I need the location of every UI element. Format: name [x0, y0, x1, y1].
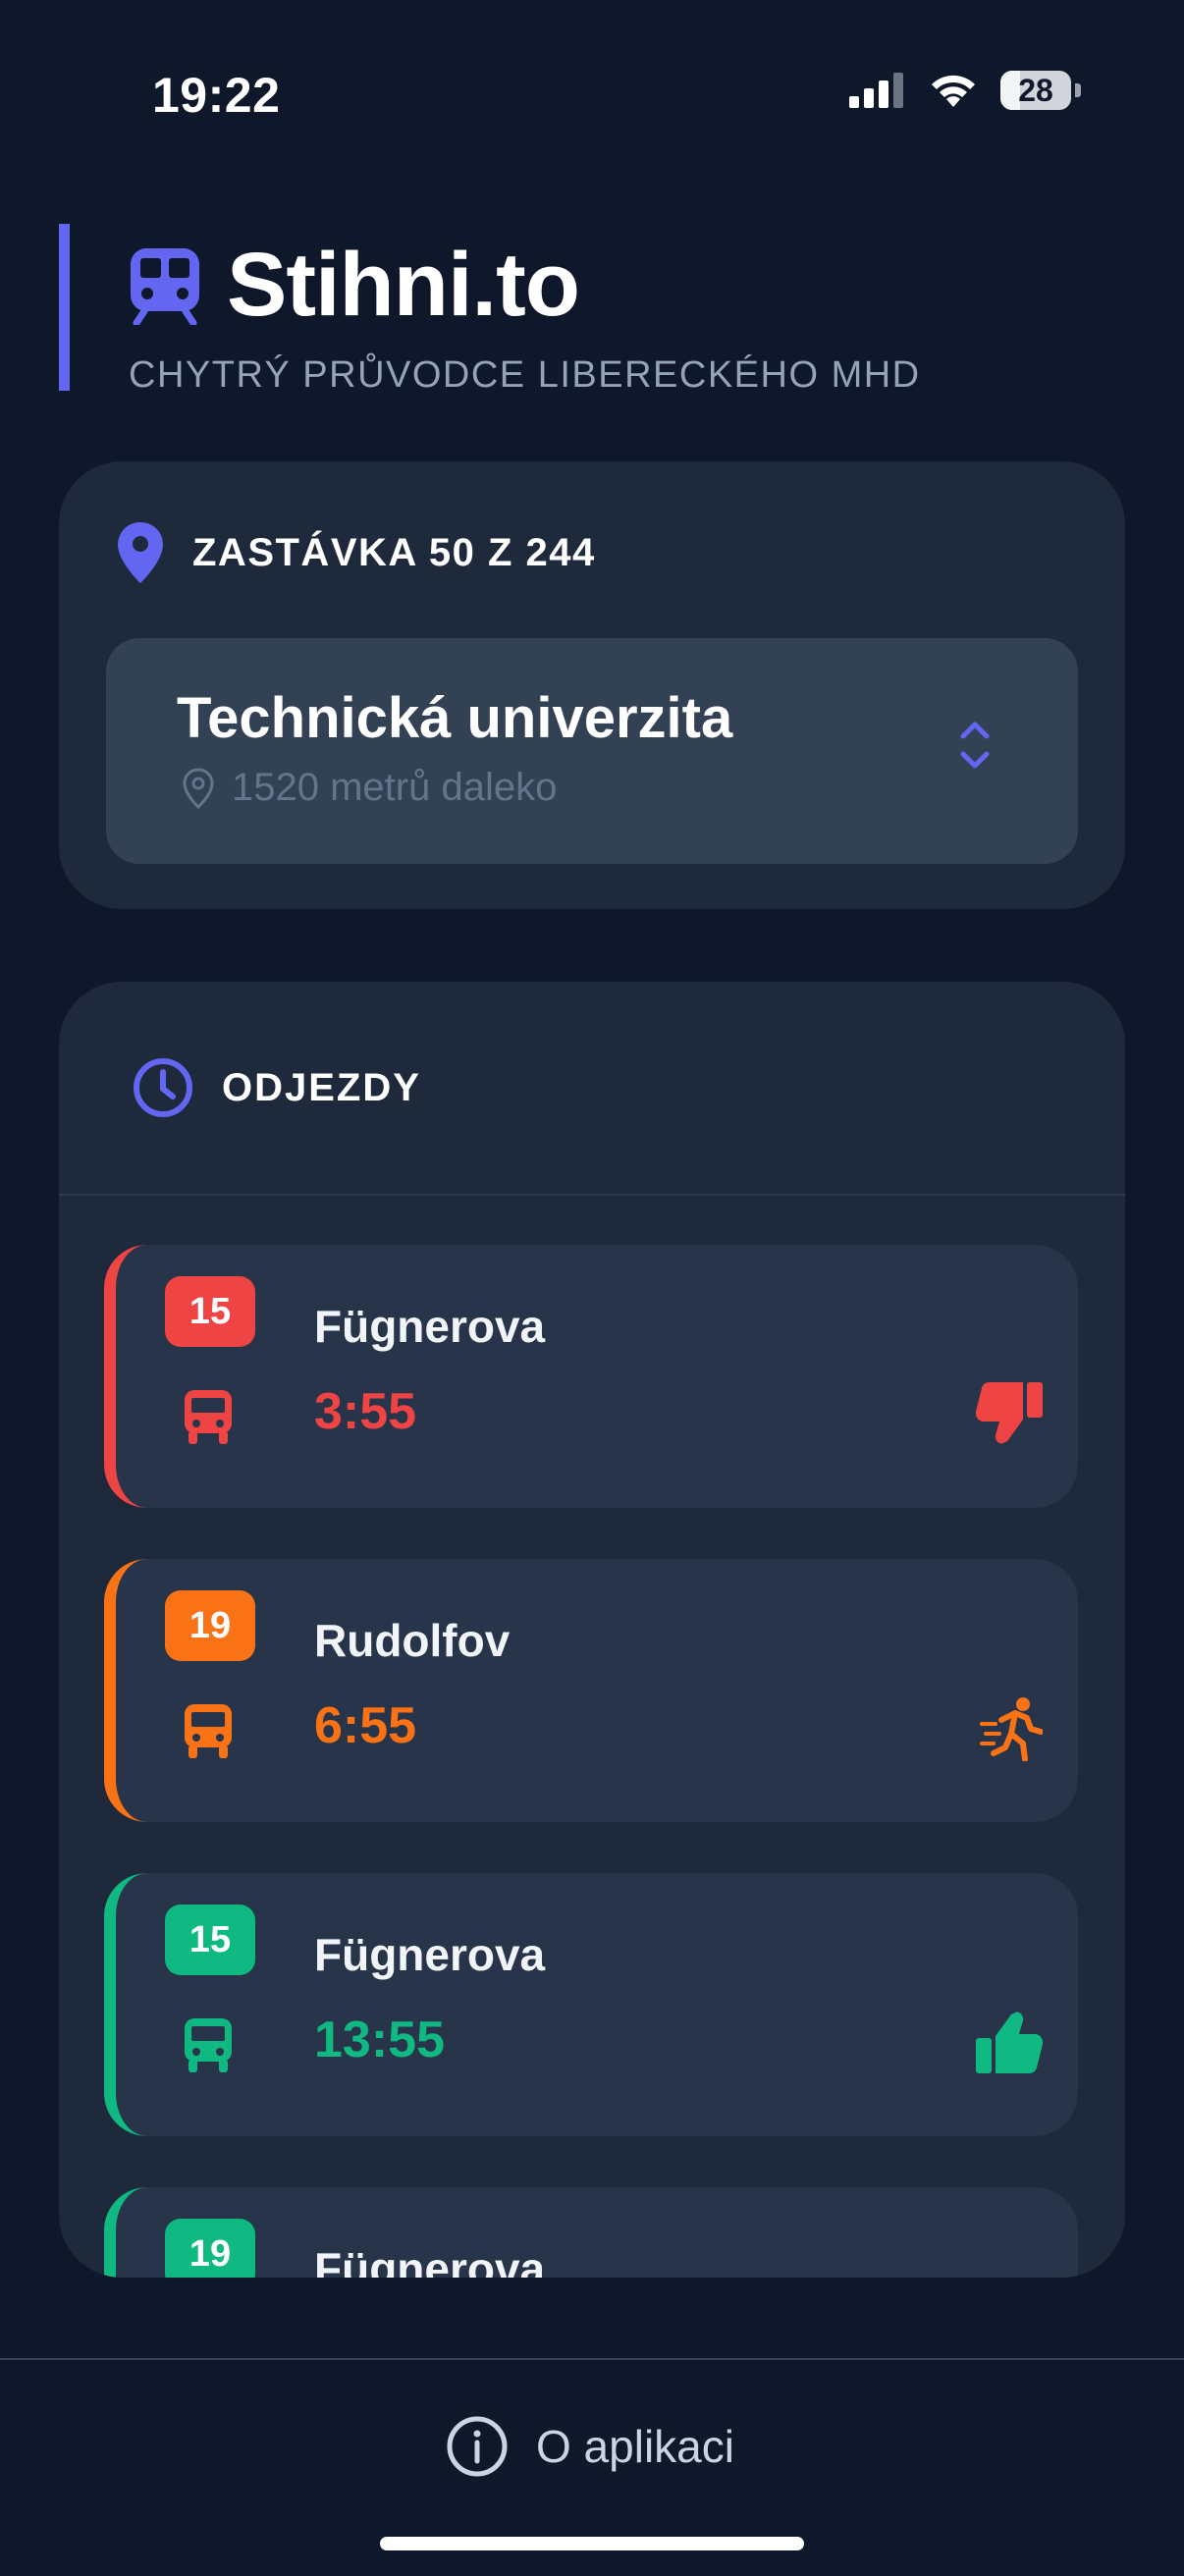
departure-item[interactable]: 19 Fügnerova — [104, 2187, 1078, 2278]
map-pin-icon — [118, 522, 163, 583]
signal-icon — [849, 73, 903, 108]
stop-selector[interactable]: Technická univerzita 1520 metrů daleko — [106, 638, 1078, 864]
running-person-icon — [980, 1697, 1043, 1761]
departure-destination: Rudolfov — [314, 1615, 511, 1666]
bus-icon — [185, 1704, 232, 1758]
app-header: Stihni.to CHYTRÝ PRŮVODCE LIBERECKÉHO MH… — [59, 224, 921, 396]
bus-icon — [185, 1390, 232, 1444]
battery-icon: 28 — [1000, 71, 1071, 110]
departure-destination: Fügnerova — [314, 1301, 546, 1352]
departures-title: ODJEZDY — [222, 1065, 421, 1109]
departure-destination: Fügnerova — [314, 2243, 546, 2278]
departure-item[interactable]: 19 Rudolfov 6:55 — [104, 1559, 1078, 1822]
thumbs-up-icon — [976, 2012, 1043, 2073]
footer: O aplikaci — [0, 2358, 1184, 2576]
status-icons: 28 — [849, 71, 1081, 110]
departures-header: ODJEZDY — [59, 982, 1125, 1196]
departures-card: ODJEZDY 15 Fügnerova 3:55 19 Rudolfov 6:… — [59, 982, 1125, 2278]
battery-level: 28 — [1018, 72, 1053, 108]
train-icon — [131, 247, 199, 325]
about-label: O aplikaci — [536, 2421, 734, 2472]
info-icon — [447, 2416, 508, 2477]
stop-header: ZASTÁVKA 50 Z 244 — [118, 522, 596, 583]
stop-name: Technická univerzita — [177, 686, 733, 750]
thumbs-down-icon — [976, 1382, 1043, 1444]
home-indicator[interactable] — [380, 2537, 804, 2550]
departure-time: 6:55 — [314, 1697, 417, 1754]
app-title: Stihni.to — [227, 235, 580, 335]
status-time: 19:22 — [152, 68, 281, 123]
bus-icon — [185, 2018, 232, 2072]
wifi-icon — [932, 75, 975, 107]
clock-icon — [134, 1058, 192, 1117]
departure-destination: Fügnerova — [314, 1929, 546, 1980]
departure-time: 13:55 — [314, 2012, 445, 2068]
app-subtitle: CHYTRÝ PRŮVODCE LIBERECKÉHO MHD — [129, 354, 921, 396]
line-badge: 15 — [165, 1905, 255, 1975]
about-button[interactable]: O aplikaci — [446, 2415, 734, 2478]
line-badge: 15 — [165, 1276, 255, 1347]
location-outline-icon — [183, 767, 214, 809]
stop-distance-text: 1520 metrů daleko — [232, 766, 558, 809]
chevron-up-down-icon — [960, 722, 990, 769]
departure-item[interactable]: 15 Fügnerova 13:55 — [104, 1873, 1078, 2136]
stop-code-label: ZASTÁVKA 50 Z 244 — [192, 530, 596, 574]
line-badge: 19 — [165, 1590, 255, 1661]
line-badge: 19 — [165, 2219, 255, 2278]
departure-item[interactable]: 15 Fügnerova 3:55 — [104, 1245, 1078, 1508]
departure-time: 3:55 — [314, 1383, 417, 1440]
stop-card: ZASTÁVKA 50 Z 244 Technická univerzita 1… — [59, 461, 1125, 909]
departures-list: 15 Fügnerova 3:55 19 Rudolfov 6:55 15 Fü… — [104, 1245, 1078, 2278]
stop-distance: 1520 metrů daleko — [183, 766, 557, 810]
